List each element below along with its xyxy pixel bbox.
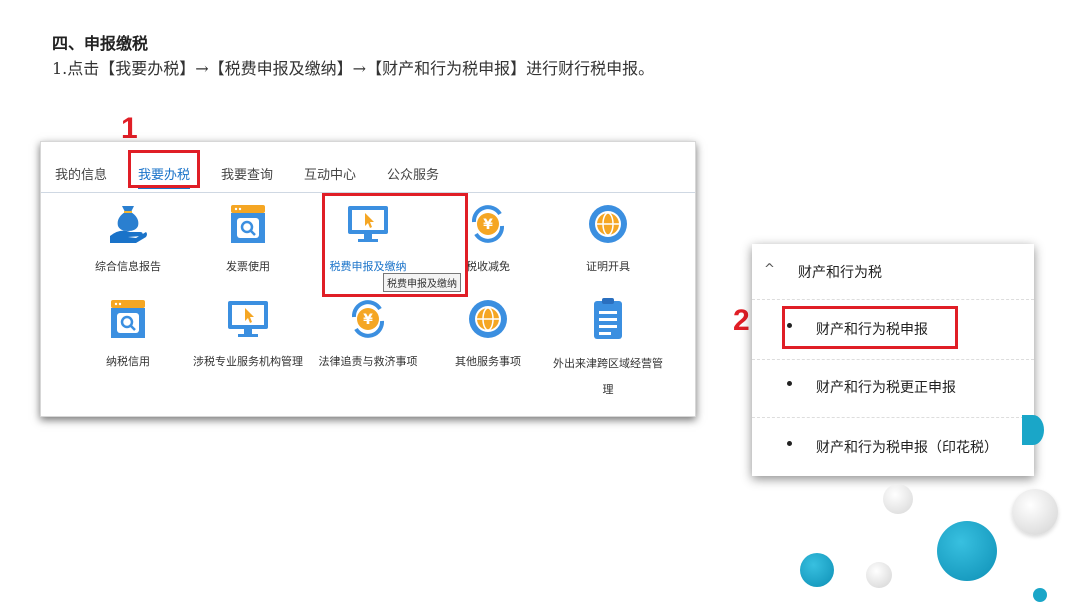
grid-label: 证明开具 bbox=[586, 260, 630, 273]
menu-panel: ^ 财产和行为税 财产和行为税申报 财产和行为税更正申报 财产和行为税申报（印花… bbox=[752, 244, 1034, 476]
svg-text:¥: ¥ bbox=[363, 312, 373, 328]
tab-interaction[interactable]: 互动中心 bbox=[304, 164, 356, 183]
tax-portal-panel: 我的信息 我要办税 我要查询 互动中心 公众服务 综合信息报告 发票使用 税费申… bbox=[40, 141, 696, 417]
tooltip: 税费申报及缴纳 bbox=[383, 273, 461, 292]
menu-title: 财产和行为税 bbox=[798, 265, 882, 281]
bullet-icon bbox=[787, 441, 792, 446]
grid-item-other-services[interactable]: 其他服务事项 bbox=[428, 297, 548, 373]
grid-label: 纳税信用 bbox=[106, 355, 150, 368]
decor-circle bbox=[883, 484, 913, 514]
invoice-search-icon bbox=[106, 297, 150, 341]
svg-text:¥: ¥ bbox=[483, 217, 493, 233]
grid-label: 涉税专业服务机构管理 bbox=[193, 355, 303, 368]
grid-label: 外出来津跨区域经营管理 bbox=[553, 357, 663, 396]
bullet-icon bbox=[787, 381, 792, 386]
decor-circle bbox=[937, 521, 997, 581]
yuan-cycle-icon: ¥ bbox=[346, 297, 390, 341]
decor-circle bbox=[1022, 415, 1044, 445]
grid-item-legal-remedy[interactable]: ¥ 法律追责与救济事项 bbox=[308, 297, 428, 373]
decor-circle bbox=[800, 553, 834, 587]
section-heading: 四、申报缴税 bbox=[52, 34, 149, 53]
menu-item-label: 财产和行为税申报（印花税） bbox=[816, 440, 998, 456]
highlight-box-tab bbox=[128, 150, 200, 188]
yuan-cycle-icon: ¥ bbox=[466, 202, 510, 246]
decor-circle bbox=[1033, 588, 1047, 602]
tab-query[interactable]: 我要查询 bbox=[221, 164, 273, 183]
grid-item-invoice[interactable]: 发票使用 bbox=[188, 202, 308, 278]
grid-label: 其他服务事项 bbox=[455, 355, 521, 368]
menu-item-label: 财产和行为税更正申报 bbox=[816, 380, 956, 396]
step-number-2: 2 bbox=[733, 304, 750, 337]
instruction-text: 1.点击【我要办税】→【税费申报及缴纳】→【财产和行为税申报】进行财行税申报。 bbox=[52, 59, 655, 78]
menu-item-stamp-tax[interactable]: 财产和行为税申报（印花税） bbox=[752, 419, 1034, 477]
grid-item-credit[interactable]: 纳税信用 bbox=[68, 297, 188, 373]
decor-circle bbox=[1012, 489, 1058, 535]
clipboard-icon bbox=[586, 297, 630, 341]
menu-header[interactable]: ^ 财产和行为税 bbox=[752, 244, 1034, 300]
money-bag-hand-icon bbox=[106, 202, 150, 246]
grid-item-info-report[interactable]: 综合信息报告 bbox=[68, 202, 188, 278]
grid-item-cross-region[interactable]: 外出来津跨区域经营管理 bbox=[548, 297, 668, 403]
grid-label: 发票使用 bbox=[226, 260, 270, 273]
grid-item-certificate[interactable]: 证明开具 bbox=[548, 202, 668, 278]
highlight-box-menu bbox=[782, 306, 958, 349]
monitor-cursor-icon bbox=[226, 297, 270, 341]
grid-label: 法律追责与救济事项 bbox=[318, 355, 418, 368]
globe-icon bbox=[586, 202, 630, 246]
menu-item-correction[interactable]: 财产和行为税更正申报 bbox=[752, 359, 1034, 418]
grid-label: 综合信息报告 bbox=[95, 260, 161, 273]
grid-item-agency-management[interactable]: 涉税专业服务机构管理 bbox=[188, 297, 308, 373]
invoice-search-icon bbox=[226, 202, 270, 246]
globe-icon bbox=[466, 297, 510, 341]
tab-bar: 我的信息 我要办税 我要查询 互动中心 公众服务 bbox=[41, 142, 695, 193]
tab-my-info[interactable]: 我的信息 bbox=[55, 164, 107, 183]
decor-circle bbox=[866, 562, 892, 588]
chevron-up-icon: ^ bbox=[764, 262, 775, 277]
tab-public-service[interactable]: 公众服务 bbox=[387, 164, 439, 183]
